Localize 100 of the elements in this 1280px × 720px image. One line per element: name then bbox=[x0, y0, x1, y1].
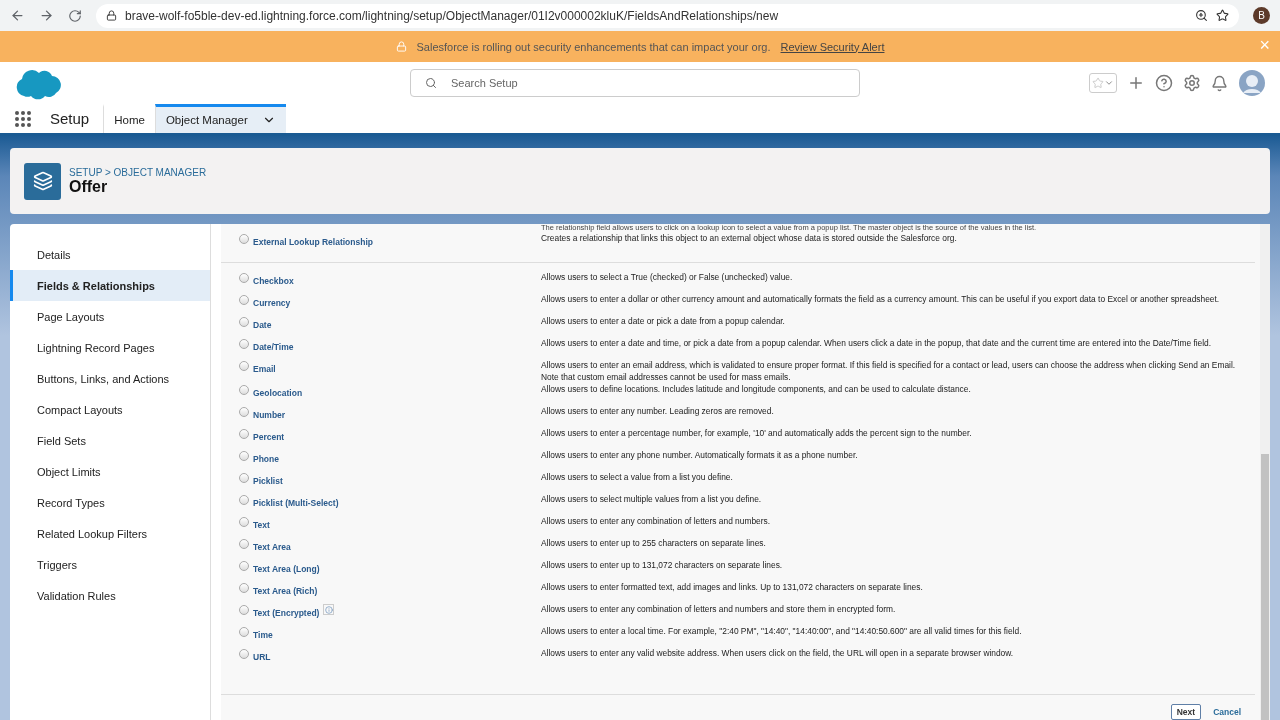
radio-button[interactable] bbox=[239, 317, 249, 327]
profile-avatar[interactable]: B bbox=[1253, 7, 1270, 24]
field-type-description: Allows users to enter formatted text, add images and links. Up to 131,072 characters on separate lines. bbox=[541, 581, 924, 593]
address-bar[interactable]: brave-wolf-fo5ble-dev-ed.lightning.force.com/lightning/setup/ObjectManager/01I2v000002kluK/FieldsAndRelationships/new bbox=[96, 3, 1239, 28]
field-type-description: Allows users to enter any combination of letters and numbers. bbox=[541, 515, 772, 527]
page-title: Offer bbox=[69, 177, 109, 196]
zoom-icon[interactable] bbox=[1195, 9, 1208, 22]
radio-button[interactable] bbox=[239, 407, 249, 417]
field-type-description: Allows users to enter a local time. For example, "2:40 PM", "14:40", "14:40:00", and "14:40:50.600" are all valid times for this field. bbox=[541, 625, 1023, 637]
sidebar-item[interactable]: Field Sets bbox=[10, 425, 210, 456]
field-type-label: Currency bbox=[253, 298, 291, 308]
field-type-label: External Lookup Relationship bbox=[253, 237, 373, 247]
field-type-description: Allows users to enter a percentage number, for example, '10' and automatically adds the percent sign to the number. bbox=[541, 427, 973, 439]
field-type-label: Text (Encrypted) bbox=[253, 608, 320, 618]
field-type-label: Checkbox bbox=[253, 276, 294, 286]
sidebar-item[interactable]: Validation Rules bbox=[10, 580, 210, 611]
app-name: Setup bbox=[50, 110, 90, 127]
nav-tab[interactable]: Object Manager bbox=[154, 104, 286, 133]
sidebar-item[interactable]: Related Lookup Filters bbox=[10, 518, 210, 549]
field-type-description: Allows users to enter up to 131,072 characters on separate lines. bbox=[541, 559, 784, 571]
field-type-label: URL bbox=[253, 652, 271, 662]
search-field[interactable]: Search Setup bbox=[410, 69, 860, 97]
radio-button[interactable] bbox=[239, 295, 249, 305]
radio-button[interactable] bbox=[239, 627, 249, 637]
settings-icon[interactable] bbox=[1183, 74, 1201, 92]
search-icon bbox=[425, 77, 437, 89]
radio-button[interactable] bbox=[239, 473, 249, 483]
field-type-label: Percent bbox=[253, 432, 285, 442]
info-icon[interactable] bbox=[323, 604, 335, 615]
radio-button[interactable] bbox=[239, 234, 249, 244]
breadcrumb[interactable]: SETUP > OBJECT MANAGER bbox=[69, 166, 207, 178]
field-type-label: Text Area (Long) bbox=[253, 564, 320, 574]
radio-button[interactable] bbox=[239, 451, 249, 461]
sidebar-item[interactable]: Fields & Relationships bbox=[10, 270, 210, 301]
radio-button[interactable] bbox=[239, 539, 249, 549]
field-type-description: Allows users to enter any phone number. Automatically formats it as a phone number. bbox=[541, 449, 859, 461]
sidebar-item[interactable]: Object Limits bbox=[10, 456, 210, 487]
sidebar-item[interactable]: Page Layouts bbox=[10, 301, 210, 332]
field-type-description: Allows users to enter any number. Leading zeros are removed. bbox=[541, 405, 775, 417]
field-type-label: Picklist (Multi-Select) bbox=[253, 498, 339, 508]
field-type-label: Number bbox=[253, 410, 286, 420]
field-type-description: Allows users to select a value from a list you define. bbox=[541, 471, 734, 483]
next-button[interactable]: Next bbox=[1170, 704, 1202, 720]
help-icon[interactable] bbox=[1155, 74, 1173, 92]
app-launcher-icon[interactable] bbox=[14, 109, 32, 128]
radio-button[interactable] bbox=[239, 561, 249, 571]
field-type-description: Allows users to select a True (checked) or False (unchecked) value. bbox=[541, 271, 794, 283]
radio-button[interactable] bbox=[239, 429, 249, 439]
sidebar-item[interactable]: Details bbox=[10, 239, 210, 270]
radio-button[interactable] bbox=[239, 385, 249, 395]
field-type-description: Allows users to enter any combination of letters and numbers and store them in encrypted form. bbox=[541, 603, 897, 615]
cancel-button[interactable]: Cancel bbox=[1207, 704, 1247, 720]
radio-button[interactable] bbox=[239, 583, 249, 593]
radio-button[interactable] bbox=[239, 517, 249, 527]
field-type-label: Date/Time bbox=[253, 342, 294, 352]
field-type-description: Allows users to enter any valid website address. When users click on the field, the URL will open in a separate browser window. bbox=[541, 647, 1015, 659]
field-type-label: Picklist bbox=[253, 476, 283, 486]
field-type-label: Text Area (Rich) bbox=[253, 586, 318, 596]
field-type-label: Text Area bbox=[253, 542, 291, 552]
field-type-description: Allows users to enter a date and time, or pick a date from a popup calendar. When users click a date in the popup, that date and the current time are entered into the Date/Time field. bbox=[541, 337, 1213, 349]
field-type-description: Allows users to enter up to 255 characters on separate lines. bbox=[541, 537, 767, 549]
favorites-button[interactable] bbox=[1089, 73, 1117, 93]
back-icon[interactable] bbox=[10, 8, 25, 23]
sidebar-item[interactable]: Compact Layouts bbox=[10, 394, 210, 425]
radio-button[interactable] bbox=[239, 361, 249, 371]
review-alert-link[interactable]: Review Security Alert bbox=[780, 40, 885, 53]
forward-icon[interactable] bbox=[39, 8, 54, 23]
field-type-label: Phone bbox=[253, 454, 279, 464]
radio-button[interactable] bbox=[239, 339, 249, 349]
field-type-description: Allows users to define locations. Includes latitude and longitude components, and can be used to calculate distance. bbox=[541, 383, 972, 395]
scrollbar[interactable] bbox=[1260, 224, 1270, 720]
star-icon[interactable] bbox=[1216, 9, 1229, 22]
field-type-label: Time bbox=[253, 630, 273, 640]
field-type-label: Geolocation bbox=[253, 388, 303, 398]
field-type-description: Allows users to select multiple values from a list you define. bbox=[541, 493, 763, 505]
sidebar-item[interactable]: Buttons, Links, and Actions bbox=[10, 363, 210, 394]
sidebar-item[interactable]: Lightning Record Pages bbox=[10, 332, 210, 363]
radio-button[interactable] bbox=[239, 273, 249, 283]
radio-button[interactable] bbox=[239, 495, 249, 505]
lock-icon bbox=[395, 41, 407, 52]
field-type-description: Allows users to enter a date or pick a date from a popup calendar. bbox=[541, 315, 786, 327]
reload-icon[interactable] bbox=[68, 8, 82, 23]
bell-icon[interactable] bbox=[1211, 74, 1228, 92]
url-text: brave-wolf-fo5ble-dev-ed.lightning.force.com/lightning/setup/ObjectManager/01I2v000002kluK/FieldsAndRelationships/new bbox=[125, 8, 779, 23]
field-type-description: Allows users to enter a dollar or other currency amount and automatically formats the field as a currency amount. This can be useful if you export data to Excel or another spreadsheet. bbox=[541, 293, 1221, 305]
radio-button[interactable] bbox=[239, 649, 249, 659]
add-icon[interactable] bbox=[1127, 74, 1145, 92]
field-type-label: Date bbox=[253, 320, 272, 330]
field-type-description: Allows users to enter an email address, which is validated to ensure proper format. If this field is specified for a contact or lead, users can choose the address when clicking Send an Email. Note that custom email addresses cannot be used for mass emails. bbox=[541, 359, 1237, 383]
avatar-icon[interactable] bbox=[1238, 69, 1266, 97]
field-type-label: Email bbox=[253, 364, 276, 374]
radio-button[interactable] bbox=[239, 605, 249, 615]
banner-message: Salesforce is rolling out security enhancements that can impact your org. bbox=[416, 40, 771, 53]
layers-icon bbox=[24, 162, 61, 200]
sidebar-item[interactable]: Record Types bbox=[10, 487, 210, 518]
field-type-description: Creates a relationship that links this object to an external object whose data is stored outside the Salesforce org. bbox=[541, 232, 958, 244]
field-type-label: Text bbox=[253, 520, 270, 530]
sidebar-item[interactable]: Triggers bbox=[10, 549, 210, 580]
lock-icon bbox=[106, 10, 117, 21]
caret-icon[interactable] bbox=[1104, 78, 1114, 88]
